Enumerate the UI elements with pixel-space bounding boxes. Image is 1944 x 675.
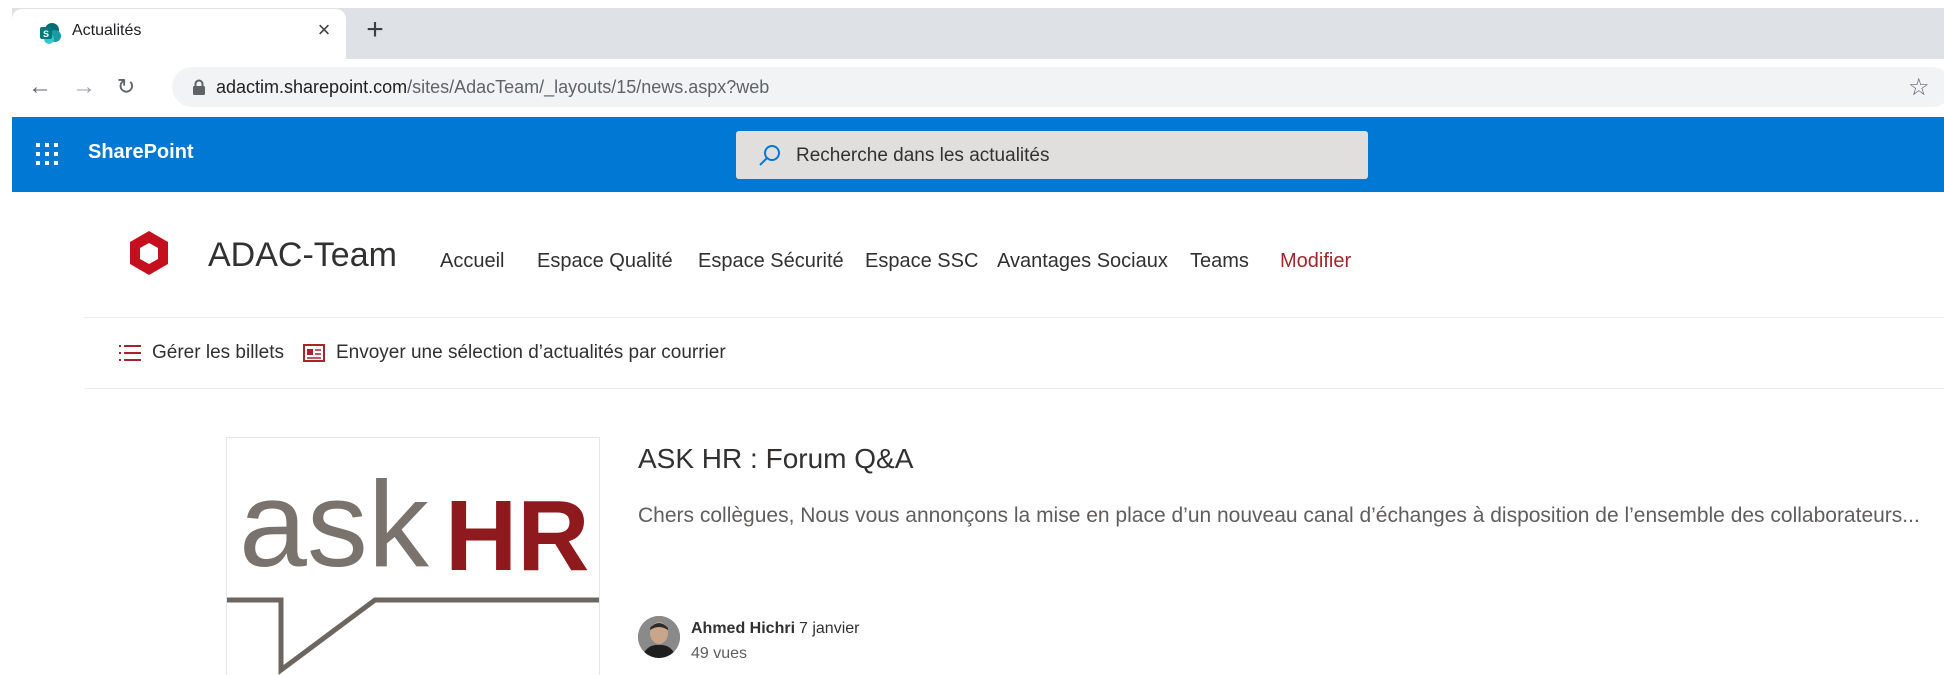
sharepoint-brand-link[interactable]: SharePoint [88,141,194,164]
sharepoint-favicon-icon: S [40,23,61,44]
askhr-logo-hr: HR [445,480,589,592]
url-host: adactim.sharepoint.com [216,77,408,97]
address-bar[interactable]: adactim.sharepoint.com/sites/AdacTeam/_l… [172,67,1944,107]
browser-tab[interactable]: S Actualités × [12,9,346,59]
news-search-box[interactable]: Recherche dans les actualités [736,131,1368,179]
nav-item-avantages-sociaux[interactable]: Avantages Sociaux [997,250,1168,273]
speech-bubble-outline [227,597,599,675]
nav-item-espace-securite[interactable]: Espace Sécurité [698,250,844,273]
site-logo-icon[interactable] [128,230,170,276]
lock-icon [193,79,205,95]
send-news-digest-button[interactable]: Envoyer une sélection d’actualités par c… [336,342,726,364]
command-bar-divider [84,388,1944,389]
news-title-link[interactable]: ASK HR : Forum Q&A [638,443,913,475]
search-placeholder: Recherche dans les actualités [796,145,1050,166]
waffle-icon[interactable] [32,139,62,169]
close-icon[interactable]: × [312,18,336,42]
tab-title: Actualités [72,22,142,39]
star-icon[interactable]: ☆ [1908,73,1930,102]
header-divider [84,317,1944,318]
manage-posts-button[interactable]: Gérer les billets [152,342,284,364]
publish-date: 7 janvier [799,620,860,637]
reload-icon[interactable]: ↻ [112,73,140,101]
author-name[interactable]: Ahmed Hichri [691,620,795,638]
plus-icon[interactable]: + [360,15,390,46]
browser-toolbar: ← → ↻ adactim.sharepoint.com/sites/AdacT… [12,59,1944,117]
search-icon [759,145,780,166]
url-text: adactim.sharepoint.com/sites/AdacTeam/_l… [216,77,769,98]
url-path: /sites/AdacTeam/_layouts/15/news.aspx?we… [407,77,770,97]
site-title[interactable]: ADAC-Team [208,236,397,275]
author-photo [638,616,680,658]
svg-text:S: S [43,29,49,39]
view-count: 49 vues [691,645,748,662]
newsletter-icon [303,344,325,362]
suite-bar: SharePoint Recherche dans les actualités [12,117,1944,192]
nav-item-accueil[interactable]: Accueil [440,250,504,273]
list-icon [119,345,141,361]
news-thumbnail[interactable]: ask HR [226,437,600,675]
nav-item-espace-qualite[interactable]: Espace Qualité [537,250,673,273]
askhr-logo-ask: ask [239,456,430,592]
news-description: Chers collègues, Nous vous annonçons la … [638,504,1920,527]
back-arrow-icon[interactable]: ← [26,73,54,101]
nav-edit-link[interactable]: Modifier [1280,250,1351,273]
forward-arrow-icon[interactable]: → [70,73,98,101]
nav-item-espace-ssc[interactable]: Espace SSC [865,250,978,273]
avatar[interactable] [638,616,680,658]
nav-item-teams[interactable]: Teams [1190,250,1249,273]
askhr-logo: ask HR [227,456,599,675]
